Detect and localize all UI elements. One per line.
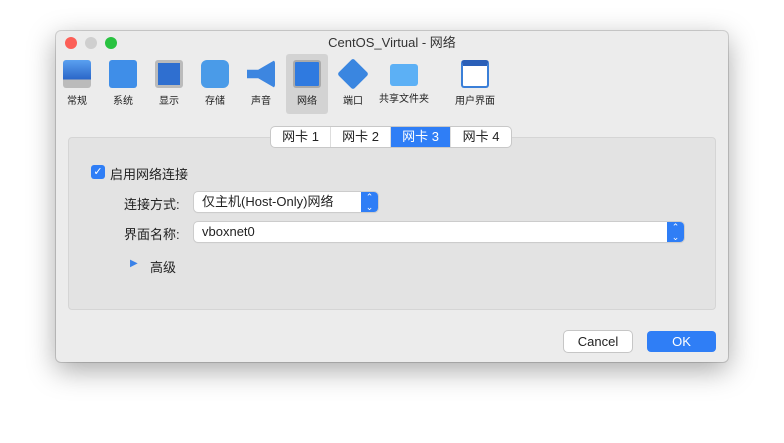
- toolbar-label: 用户界面: [455, 96, 495, 107]
- close-icon[interactable]: [65, 37, 77, 49]
- toolbar-label: 存储: [205, 96, 225, 107]
- toolbar-audio[interactable]: 声音: [243, 54, 279, 114]
- toolbar-label: 声音: [251, 96, 271, 107]
- toolbar-label: 共享文件夹: [379, 94, 429, 105]
- tab-adapter-2[interactable]: 网卡 2: [331, 127, 391, 147]
- toolbar-network[interactable]: 网络: [286, 54, 328, 114]
- zoom-icon[interactable]: [105, 37, 117, 49]
- toolbar-label: 端口: [343, 96, 363, 107]
- system-chip-icon: [109, 60, 137, 88]
- adapter-tabs: 网卡 1 网卡 2 网卡 3 网卡 4: [271, 127, 511, 147]
- toolbar-label: 常规: [67, 96, 87, 107]
- toolbar-display[interactable]: 显示: [151, 54, 187, 114]
- toolbar-shared-folders[interactable]: 共享文件夹: [379, 54, 429, 114]
- settings-window: CentOS_Virtual - 网络 常规 系统 显示 存储 声音 网络 端口…: [56, 31, 728, 362]
- tab-adapter-4[interactable]: 网卡 4: [451, 127, 511, 147]
- user-interface-icon: [461, 60, 489, 88]
- enable-adapter-checkbox[interactable]: ✓: [91, 165, 105, 179]
- interface-name-select[interactable]: vboxnet0 ⌃ ⌄: [194, 222, 684, 242]
- ok-button[interactable]: OK: [647, 331, 716, 352]
- attached-to-label: 连接方式:: [124, 197, 180, 212]
- toolbar-label: 显示: [159, 96, 179, 107]
- attached-to-value: 仅主机(Host-Only)网络: [202, 194, 334, 209]
- toolbar-user-interface[interactable]: 用户界面: [451, 54, 499, 114]
- toolbar: 常规 系统 显示 存储 声音 网络 端口 共享文件夹 用户界面: [56, 54, 728, 116]
- window-title: CentOS_Virtual - 网络: [328, 35, 456, 50]
- enable-adapter-label: 启用网络连接: [110, 167, 189, 182]
- toolbar-system[interactable]: 系统: [105, 54, 141, 114]
- tab-adapter-3[interactable]: 网卡 3: [391, 127, 451, 147]
- chevron-updown-icon: ⌃ ⌄: [667, 222, 684, 242]
- network-icon: [293, 60, 321, 88]
- tab-adapter-1[interactable]: 网卡 1: [271, 127, 331, 147]
- interface-name-value: vboxnet0: [202, 224, 255, 239]
- storage-disk-icon: [201, 60, 229, 88]
- toolbar-general[interactable]: 常规: [59, 54, 95, 114]
- toolbar-storage[interactable]: 存储: [197, 54, 233, 114]
- chevron-updown-icon: ⌃ ⌄: [361, 192, 378, 212]
- audio-speaker-icon: [247, 60, 275, 88]
- attached-to-select[interactable]: 仅主机(Host-Only)网络 ⌃ ⌄: [194, 192, 378, 212]
- toolbar-label: 网络: [297, 96, 317, 107]
- disclosure-triangle-icon[interactable]: ▶: [130, 258, 138, 269]
- shared-folder-icon: [390, 64, 418, 86]
- toolbar-label: 系统: [113, 96, 133, 107]
- interface-name-label: 界面名称:: [124, 227, 180, 242]
- cancel-button[interactable]: Cancel: [564, 331, 632, 352]
- display-monitor-icon: [155, 60, 183, 88]
- serial-port-icon: [337, 58, 369, 90]
- toolbar-serial-ports[interactable]: 端口: [335, 54, 371, 114]
- minimize-icon[interactable]: [85, 37, 97, 49]
- general-icon: [63, 60, 91, 88]
- advanced-label[interactable]: 高级: [150, 257, 176, 276]
